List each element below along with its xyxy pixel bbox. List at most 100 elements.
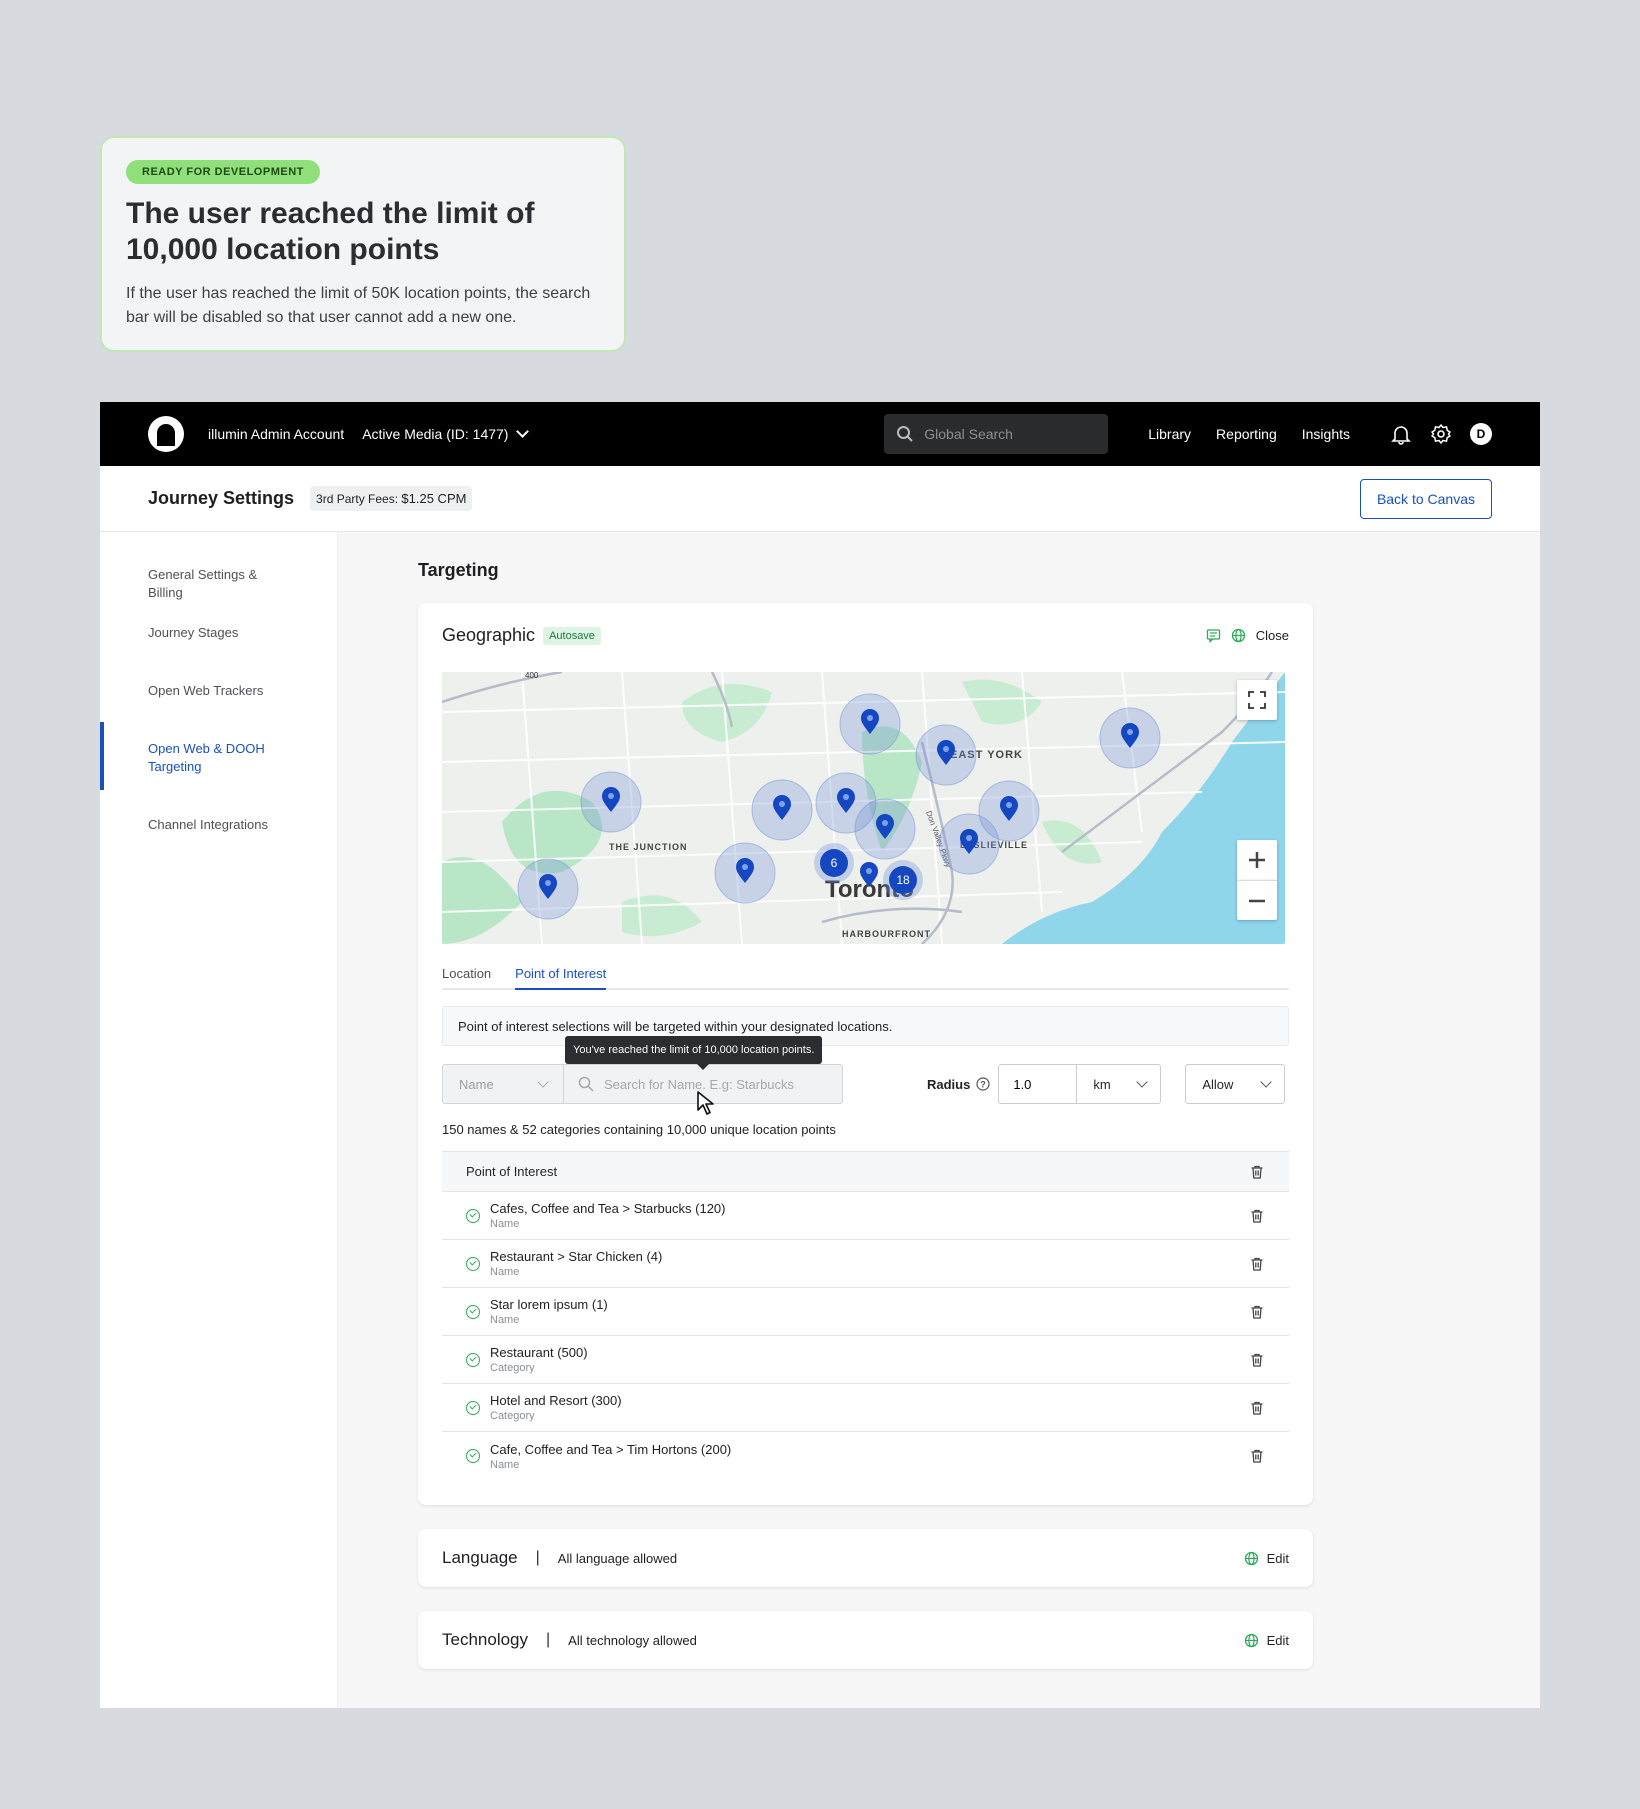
check-circle-icon: [466, 1304, 480, 1319]
poi-row: Cafes, Coffee and Tea > Starbucks (120) N…: [442, 1192, 1289, 1240]
top-navigation-bar: illumin Admin Account Active Media (ID: …: [100, 402, 1540, 466]
trash-icon[interactable]: [1249, 1208, 1265, 1224]
app-window: illumin Admin Account Active Media (ID: …: [100, 402, 1540, 1708]
poi-name: Star lorem ipsum (1): [490, 1297, 608, 1312]
trash-icon[interactable]: [1249, 1256, 1265, 1272]
zoom-out-button[interactable]: [1237, 880, 1277, 920]
comment-icon[interactable]: [1206, 628, 1221, 643]
nav-reporting[interactable]: Reporting: [1216, 426, 1277, 442]
nav-library[interactable]: Library: [1148, 426, 1191, 442]
map-label-junction: THE JUNCTION: [609, 842, 688, 852]
trash-icon[interactable]: [1249, 1304, 1265, 1320]
page-header: Journey Settings 3rd Party Fees: $1.25 C…: [100, 466, 1540, 532]
poi-row: Star lorem ipsum (1) Name: [442, 1288, 1289, 1336]
poi-texts: Cafe, Coffee and Tea > Tim Hortons (200)…: [490, 1442, 1249, 1471]
poi-type: Category: [490, 1410, 535, 1422]
global-search[interactable]: [884, 414, 1109, 454]
trash-icon[interactable]: [1249, 1448, 1265, 1464]
location-pin[interactable]: [854, 798, 916, 860]
edit-label: Edit: [1266, 1632, 1289, 1648]
location-pin[interactable]: [938, 813, 1000, 875]
location-pin[interactable]: [839, 693, 901, 755]
sidebar-item-stages[interactable]: Journey Stages: [100, 624, 337, 642]
location-pin[interactable]: [714, 842, 776, 904]
poi-rows: Cafes, Coffee and Tea > Starbucks (120) N…: [442, 1192, 1289, 1480]
poi-type: Category: [490, 1362, 535, 1374]
annotation-card: READY FOR DEVELOPMENT The user reached t…: [100, 136, 626, 352]
media-label: Active Media (ID: 1477): [362, 426, 509, 442]
map-view[interactable]: 400 THE JUNCTION EAST YORK LESLIEVILLE T…: [442, 672, 1285, 944]
pin-cluster[interactable]: 6: [814, 843, 854, 883]
tab-point-of-interest[interactable]: Point of Interest: [515, 966, 607, 990]
help-icon[interactable]: ?: [976, 1077, 990, 1091]
tab-location[interactable]: Location: [442, 966, 491, 988]
zoom-in-button[interactable]: [1237, 840, 1277, 880]
status-badge: READY FOR DEVELOPMENT: [126, 160, 320, 184]
location-pin[interactable]: [517, 858, 579, 920]
check-circle-icon: [466, 1256, 480, 1271]
map-label-400: 400: [525, 672, 539, 680]
poi-row: Cafe, Coffee and Tea > Tim Hortons (200)…: [442, 1432, 1289, 1480]
global-search-input[interactable]: [924, 426, 1085, 442]
technology-value: All technology allowed: [568, 1632, 697, 1648]
poi-name: Restaurant (500): [490, 1345, 588, 1360]
poi-type: Name: [490, 1218, 520, 1230]
poi-row: Restaurant > Star Chicken (4) Name: [442, 1240, 1289, 1288]
unit-select[interactable]: km: [1077, 1064, 1162, 1104]
divider: |: [535, 1549, 540, 1566]
radius-label: Radius ?: [927, 1077, 990, 1092]
poi-type: Name: [490, 1458, 520, 1471]
annotation-description: If the user has reached the limit of 50K…: [126, 285, 591, 326]
trash-icon[interactable]: [1249, 1352, 1265, 1368]
language-value: All language allowed: [557, 1550, 678, 1566]
sidebar-item-general[interactable]: General Settings & Billing: [100, 566, 337, 602]
cluster-count: 18: [896, 873, 910, 887]
sidebar-item-integrations[interactable]: Channel Integrations: [100, 816, 337, 834]
chevron-down-icon: [1260, 1076, 1273, 1088]
allow-select[interactable]: Allow: [1185, 1064, 1286, 1104]
geographic-title: Geographic: [442, 625, 536, 645]
location-pin[interactable]: [751, 779, 813, 841]
name-type-select[interactable]: Name: [442, 1064, 564, 1104]
location-pin[interactable]: [1099, 707, 1161, 769]
language-edit-button[interactable]: Edit: [1244, 1551, 1289, 1566]
check-circle-icon: [466, 1208, 480, 1223]
bell-icon[interactable]: [1390, 423, 1412, 445]
location-pin[interactable]: [915, 724, 977, 786]
nav-insights[interactable]: Insights: [1302, 426, 1350, 442]
poi-texts: Cafes, Coffee and Tea > Starbucks (120) N…: [490, 1201, 1249, 1230]
logo-icon[interactable]: [148, 416, 184, 452]
avatar[interactable]: D: [1470, 423, 1492, 445]
radius-input[interactable]: [998, 1064, 1078, 1104]
check-circle-icon: [466, 1400, 480, 1415]
sidebar-item-targeting[interactable]: Open Web & DOOH Targeting: [100, 722, 337, 790]
gear-icon[interactable]: [1430, 423, 1452, 445]
geographic-header: Geographic Autosave Close: [442, 625, 1289, 646]
nav-links: Library Reporting Insights: [1148, 426, 1350, 442]
limit-tooltip: You've reached the limit of 10,000 locat…: [565, 1036, 823, 1070]
poi-texts: Star lorem ipsum (1) Name: [490, 1297, 1249, 1326]
poi-row: Restaurant (500) Category: [442, 1336, 1289, 1384]
back-to-canvas-button[interactable]: Back to Canvas: [1359, 478, 1492, 519]
technology-card: Technology | All technology allowed Edit: [418, 1611, 1313, 1669]
section-title: Targeting: [418, 560, 499, 580]
media-selector[interactable]: Active Media (ID: 1477): [362, 425, 530, 442]
geographic-actions: Close: [1206, 628, 1289, 643]
poi-texts: Hotel and Resort (300) Category: [490, 1393, 1249, 1422]
cluster-count: 6: [831, 856, 838, 870]
trash-icon[interactable]: [1249, 1400, 1265, 1416]
chevron-down-icon: [1136, 1076, 1149, 1088]
trash-icon[interactable]: [1249, 1164, 1265, 1180]
sidebar-item-trackers[interactable]: Open Web Trackers: [100, 682, 337, 700]
location-pin[interactable]: [580, 771, 642, 833]
globe-icon: [1244, 1633, 1258, 1647]
main-content: Targeting Geographic Autosave Close 400 …: [418, 532, 1313, 1669]
plus-icon: [1249, 852, 1265, 868]
pin-cluster[interactable]: 18: [883, 860, 923, 900]
divider: |: [546, 1631, 551, 1648]
fullscreen-button[interactable]: [1237, 680, 1277, 720]
search-icon: [897, 426, 913, 442]
technology-edit-button[interactable]: Edit: [1244, 1633, 1289, 1648]
close-link[interactable]: Close: [1256, 628, 1289, 643]
fees-label: 3rd Party Fees:: [316, 492, 399, 506]
